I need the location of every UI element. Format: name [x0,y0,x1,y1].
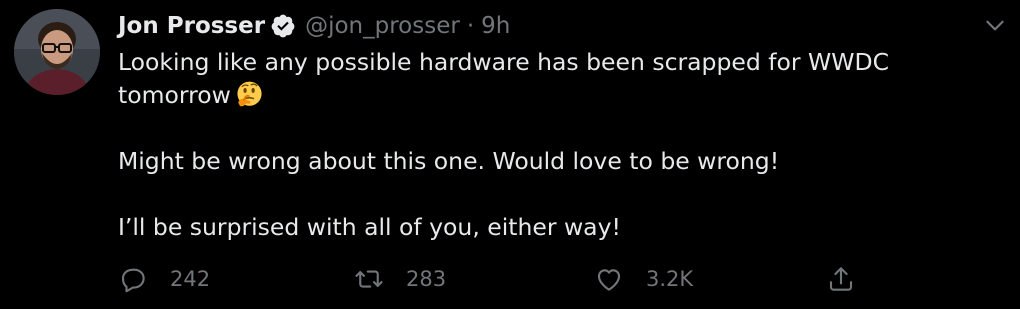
avatar-image [14,9,100,95]
avatar[interactable] [14,9,100,95]
tweet-body: Looking like any possible hardware has b… [118,46,988,244]
share-icon [826,264,856,294]
tweet[interactable]: Jon Prosser @jon_prosser · 9h Looking li… [0,0,1020,309]
tweet-line-1: Looking like any possible hardware has b… [118,48,889,76]
reply-icon [118,264,148,294]
share-button[interactable] [826,264,878,294]
header-separator: · [466,13,475,39]
tweet-paragraph-2: Might be wrong about this one. Would lov… [118,147,780,175]
thinking-face-emoji-icon [235,80,264,109]
tweet-header: Jon Prosser @jon_prosser · 9h [118,8,510,44]
retweet-count: 283 [406,267,447,291]
heart-icon [594,264,624,294]
chevron-down-icon[interactable] [982,12,1008,38]
verified-badge-icon [270,13,296,39]
tweet-paragraph-1: Looking like any possible hardware has b… [118,46,988,112]
reply-count: 242 [170,267,211,291]
like-button[interactable]: 3.2K [594,264,693,294]
author-display-name[interactable]: Jon Prosser [118,13,265,39]
reply-button[interactable]: 242 [118,264,210,294]
tweet-paragraph-3: I’ll be surprised with all of you, eithe… [118,213,621,241]
author-handle[interactable]: @jon_prosser [305,13,460,39]
retweet-icon [354,264,384,294]
tweet-line-2: tomorrow [118,81,231,109]
like-count: 3.2K [646,267,694,291]
retweet-button[interactable]: 283 [354,264,446,294]
tweet-timestamp[interactable]: 9h [481,13,510,39]
